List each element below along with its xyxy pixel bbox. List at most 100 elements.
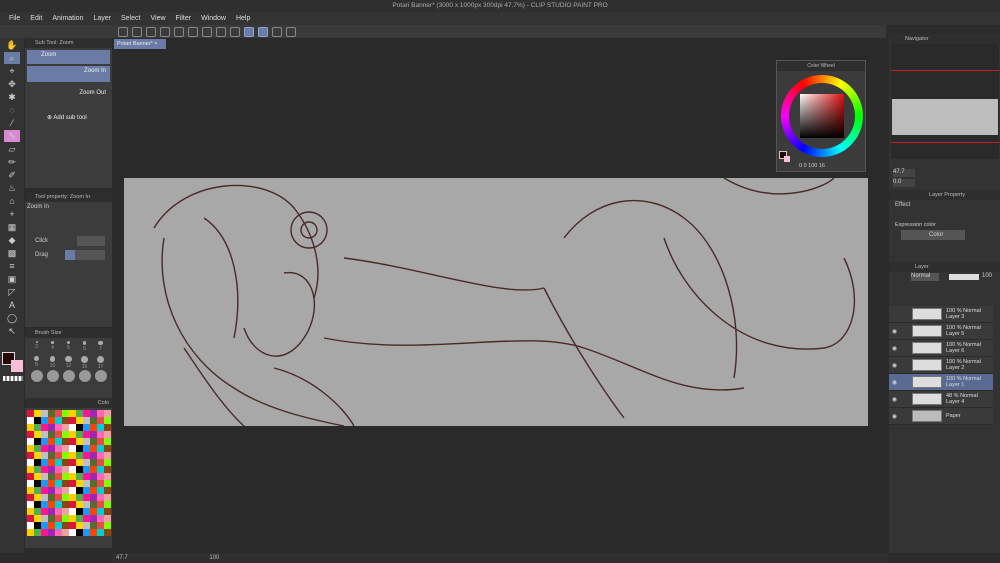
color-swatch[interactable]: [104, 459, 111, 466]
color-swatch[interactable]: [27, 410, 34, 417]
color-swatch[interactable]: [55, 473, 62, 480]
color-swatch[interactable]: [27, 494, 34, 501]
color-swatch[interactable]: [55, 529, 62, 536]
color-swatch[interactable]: [55, 417, 62, 424]
color-swatch[interactable]: [97, 431, 104, 438]
color-swatch[interactable]: [76, 508, 83, 515]
color-swatch[interactable]: [62, 431, 69, 438]
color-swatch[interactable]: [104, 438, 111, 445]
redo-button[interactable]: [188, 26, 198, 37]
color-swatch[interactable]: [55, 410, 62, 417]
menu-layer[interactable]: Layer: [88, 12, 116, 25]
menu-view[interactable]: View: [145, 12, 170, 25]
color-swatch[interactable]: [69, 452, 76, 459]
settings-button[interactable]: [286, 26, 296, 37]
color-swatch[interactable]: [69, 494, 76, 501]
operation-icon[interactable]: ⌖: [4, 65, 20, 77]
color-swatch[interactable]: [104, 529, 111, 536]
color-swatch[interactable]: [97, 438, 104, 445]
snap-ruler-button[interactable]: [244, 26, 254, 37]
blend-icon[interactable]: ⌂: [4, 195, 20, 207]
color-swatch[interactable]: [69, 515, 76, 522]
saturation-value-square[interactable]: [800, 94, 844, 138]
color-swatch[interactable]: [41, 515, 48, 522]
color-swatch[interactable]: [48, 473, 55, 480]
color-swatch[interactable]: [69, 473, 76, 480]
brush-size-option[interactable]: 6: [77, 340, 92, 354]
color-swatch[interactable]: [62, 424, 69, 431]
color-swatch[interactable]: [90, 515, 97, 522]
brush-size-option[interactable]: 15: [77, 355, 92, 370]
color-swatch[interactable]: [55, 522, 62, 529]
color-swatch[interactable]: [83, 410, 90, 417]
color-swatch[interactable]: [62, 501, 69, 508]
color-swatch[interactable]: [97, 410, 104, 417]
ruler-icon[interactable]: ◸: [4, 286, 20, 298]
color-swatch[interactable]: [90, 529, 97, 536]
hand-icon[interactable]: ✋: [4, 39, 20, 51]
visibility-eye-icon[interactable]: ◉: [889, 413, 900, 420]
color-swatch[interactable]: [104, 515, 111, 522]
color-swatch[interactable]: [83, 466, 90, 473]
color-swatch[interactable]: [27, 487, 34, 494]
color-swatch[interactable]: [48, 501, 55, 508]
airbrush-icon[interactable]: ♨: [4, 182, 20, 194]
expression-color-select[interactable]: Color: [901, 230, 965, 240]
color-swatch-grid[interactable]: [25, 408, 112, 538]
color-swatch[interactable]: [34, 452, 41, 459]
color-swatch[interactable]: [83, 431, 90, 438]
color-swatch[interactable]: [97, 480, 104, 487]
brush-icon[interactable]: ✐: [4, 169, 20, 181]
open-file-button[interactable]: [146, 26, 156, 37]
color-swatch[interactable]: [62, 515, 69, 522]
color-swatch[interactable]: [97, 459, 104, 466]
color-swatch[interactable]: [83, 473, 90, 480]
frame-icon[interactable]: ▣: [4, 273, 20, 285]
color-swatch[interactable]: [41, 431, 48, 438]
color-swatch[interactable]: [90, 445, 97, 452]
color-swatch[interactable]: [48, 417, 55, 424]
color-swatch[interactable]: [90, 480, 97, 487]
color-swatch[interactable]: [27, 501, 34, 508]
color-swatch[interactable]: [27, 452, 34, 459]
color-swatch[interactable]: [34, 410, 41, 417]
color-swatch[interactable]: [27, 529, 34, 536]
decoration-icon[interactable]: +: [4, 208, 20, 220]
visibility-eye-icon[interactable]: ◉: [889, 328, 900, 335]
color-swatch[interactable]: [83, 438, 90, 445]
color-swatch[interactable]: [55, 466, 62, 473]
color-swatch[interactable]: [41, 417, 48, 424]
visibility-eye-icon[interactable]: ◉: [889, 396, 900, 403]
fill-button[interactable]: [216, 26, 226, 37]
correct-line-icon[interactable]: ↖: [4, 325, 20, 337]
brush-size-option[interactable]: [46, 370, 59, 382]
color-swatch[interactable]: [27, 438, 34, 445]
color-swatch[interactable]: [55, 480, 62, 487]
color-swatch[interactable]: [41, 473, 48, 480]
color-swatch[interactable]: [27, 417, 34, 424]
color-swatch[interactable]: [69, 431, 76, 438]
color-swatch[interactable]: [69, 410, 76, 417]
color-swatch[interactable]: [41, 494, 48, 501]
drag-mode-select[interactable]: [65, 250, 105, 260]
color-swatch[interactable]: [27, 466, 34, 473]
color-swatch[interactable]: [83, 515, 90, 522]
brush-value[interactable]: 100: [129, 555, 219, 561]
subtool-zoom-out[interactable]: Zoom Out: [27, 84, 110, 100]
color-swatch[interactable]: [34, 508, 41, 515]
color-swatch[interactable]: [55, 494, 62, 501]
eraser-icon[interactable]: ▱: [4, 143, 20, 155]
color-swatch[interactable]: [41, 529, 48, 536]
color-swatch[interactable]: [41, 424, 48, 431]
color-swatch[interactable]: [41, 508, 48, 515]
undo-button[interactable]: [174, 26, 184, 37]
color-swatch[interactable]: [76, 438, 83, 445]
color-swatch[interactable]: [27, 515, 34, 522]
color-swatch[interactable]: [48, 466, 55, 473]
color-swatch[interactable]: [104, 473, 111, 480]
color-swatch[interactable]: [27, 424, 34, 431]
brush-size-option[interactable]: 5: [61, 340, 76, 354]
color-swatch[interactable]: [41, 452, 48, 459]
color-swatch[interactable]: [90, 508, 97, 515]
color-swatch[interactable]: [90, 522, 97, 529]
